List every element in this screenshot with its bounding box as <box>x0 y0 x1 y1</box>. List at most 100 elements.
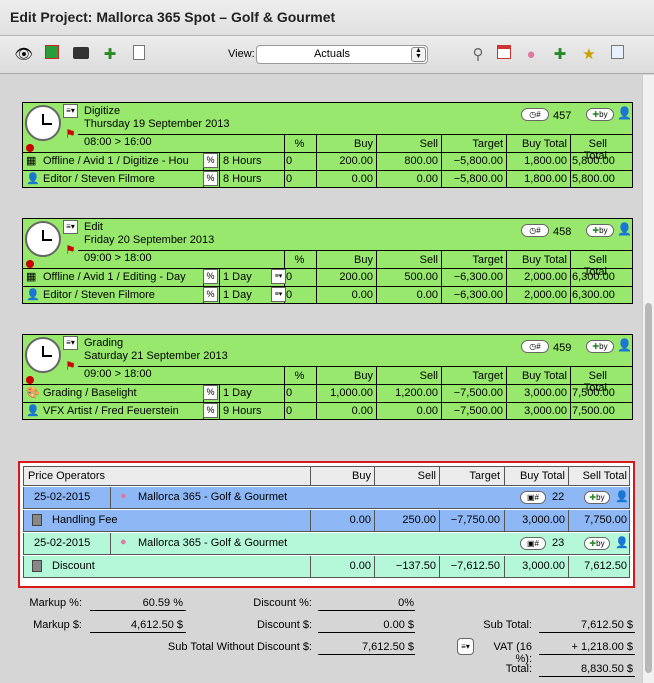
add-by-button[interactable]: ✚by <box>586 108 614 121</box>
cubes-icon[interactable] <box>42 45 62 65</box>
add-doc-icon[interactable] <box>607 45 627 65</box>
total-value: 8,830.50 $ <box>581 663 633 675</box>
po-date: 25-02-2015 <box>34 537 91 549</box>
task-number-badge[interactable]: ◷# <box>521 108 549 121</box>
discount-pct-label: Discount %: <box>253 597 312 609</box>
film-reel-icon[interactable] <box>71 45 91 65</box>
percent-button[interactable]: % <box>203 171 218 186</box>
po-number-badge[interactable]: ▣# <box>520 537 546 550</box>
resource-name: Grading / Baselight <box>43 387 137 399</box>
menu-icon[interactable]: ≡▾ <box>63 220 78 234</box>
percent-button[interactable]: % <box>203 153 218 168</box>
col-header-buy-total: Buy Total <box>521 254 567 266</box>
task-name: Grading <box>84 337 124 349</box>
po-buy-total: 3,000.00 <box>522 514 565 526</box>
subtotal-value: 7,612.50 $ <box>581 619 633 631</box>
percent-button[interactable]: % <box>203 403 218 418</box>
resource-buy: 1,000.00 <box>330 387 373 399</box>
resource-pct: 0 <box>286 271 293 283</box>
trophy-icon[interactable]: ★ <box>579 45 599 65</box>
resource-name: Editor / Steven Filmore <box>43 173 155 185</box>
col-target: Target <box>469 470 500 482</box>
resource-row[interactable]: ▦ Offline / Avid 1 / Digitize - Hou % 8 … <box>23 152 632 170</box>
col-header-target: Target <box>472 138 503 150</box>
menu-icon[interactable]: ≡▾ <box>63 104 78 118</box>
flag-icon[interactable]: ⚑ <box>65 127 76 141</box>
resource-qty: 1 Day <box>223 289 252 301</box>
search-icon[interactable]: ⚲ <box>468 45 488 65</box>
po-target: −7,612.50 <box>450 560 500 572</box>
po-number-badge[interactable]: ▣# <box>520 491 546 504</box>
resource-qty: 9 Hours <box>223 405 262 417</box>
resource-row[interactable]: ▦ Offline / Avid 1 / Editing - Day % 1 D… <box>23 268 632 286</box>
add-by-button[interactable]: ✚by <box>584 537 610 550</box>
resource-target: −7,500.00 <box>453 387 503 399</box>
add-by-button[interactable]: ✚by <box>584 491 610 504</box>
person-icon: 👤 <box>26 289 40 301</box>
po-label: Discount <box>52 560 95 572</box>
resource-row[interactable]: 👤 Editor / Steven Filmore % 8 Hours 0 0.… <box>23 170 632 188</box>
piggy-bank-icon[interactable]: ● <box>521 45 541 65</box>
percent-button[interactable]: % <box>203 269 218 284</box>
price-operator-item[interactable]: 25-02-2015 ● Mallorca 365 - Golf & Gourm… <box>23 487 630 509</box>
resource-name: Offline / Avid 1 / Editing - Day <box>43 271 186 283</box>
calendar-icon[interactable] <box>494 45 514 65</box>
task-time: 08:00 > 16:00 <box>84 136 152 148</box>
add-by-button[interactable]: ✚by <box>586 224 614 237</box>
task-block: ⚑ ≡▾ Grading Saturday 21 September 2013 … <box>22 334 633 420</box>
price-operator-item-values[interactable]: Handling Fee 0.00 250.00 −7,750.00 3,000… <box>23 510 630 532</box>
scrollbar[interactable] <box>642 75 654 683</box>
resource-sell-total: 6,300.00 <box>572 271 615 283</box>
view-select[interactable]: Actuals ▲ ▼ <box>256 45 428 64</box>
menu-icon[interactable]: ≡▾ <box>271 269 286 284</box>
person-icon[interactable]: 👤 <box>615 490 629 503</box>
menu-icon[interactable]: ≡▾ <box>63 336 78 350</box>
resource-buy-total: 1,800.00 <box>524 173 567 185</box>
col-header-buy-total: Buy Total <box>521 138 567 150</box>
po-sell: 250.00 <box>402 514 436 526</box>
badge-label: # <box>536 110 541 119</box>
flag-icon[interactable]: ⚑ <box>65 243 76 257</box>
po-project: Mallorca 365 - Golf & Gourmet <box>138 537 288 549</box>
resource-buy: 0.00 <box>351 289 373 301</box>
clock-icon <box>25 337 61 373</box>
price-operators-title: Price Operators <box>28 470 106 482</box>
task-number-badge[interactable]: ◷# <box>521 224 549 237</box>
resource-qty: 8 Hours <box>223 155 262 167</box>
view-select-value: Actuals <box>313 48 351 60</box>
flag-icon[interactable]: ⚑ <box>65 359 76 373</box>
price-operator-item[interactable]: 25-02-2015 ● Mallorca 365 - Golf & Gourm… <box>23 533 630 555</box>
task-number: 457 <box>553 110 572 122</box>
markup-pct-label: Markup %: <box>29 597 82 609</box>
add-user-icon[interactable]: ✚ <box>100 45 120 65</box>
eye-icon[interactable]: 👁 <box>14 45 34 65</box>
resource-name: Editor / Steven Filmore <box>43 289 155 301</box>
person-icon[interactable]: 👤 <box>617 338 632 352</box>
person-icon[interactable]: 👤 <box>617 222 632 236</box>
person-icon[interactable]: 👤 <box>615 536 629 549</box>
resource-row[interactable]: 👤 Editor / Steven Filmore % 1 Day 0 0.00… <box>23 286 632 304</box>
resource-row[interactable]: 🎨 Grading / Baselight % 1 Day 0 1,000.00… <box>23 384 632 402</box>
resource-row[interactable]: 👤 VFX Artist / Fred Feuerstein % 9 Hours… <box>23 402 632 420</box>
view-label: View: <box>228 48 255 60</box>
new-doc-icon[interactable] <box>129 45 149 65</box>
price-operator-item-values[interactable]: Discount 0.00 −137.50 −7,612.50 3,000.00… <box>23 556 630 578</box>
menu-icon[interactable]: ≡▾ <box>271 287 286 302</box>
briefcase-icon: ▣ <box>526 493 535 502</box>
vat-menu-button[interactable]: ≡▾ <box>457 638 474 655</box>
resource-buy: 200.00 <box>339 271 373 283</box>
cart-add-icon[interactable]: ✚ <box>550 45 570 65</box>
percent-button[interactable]: % <box>203 385 218 400</box>
resource-pct: 0 <box>286 155 293 167</box>
resource-sell: 1,200.00 <box>395 387 438 399</box>
add-by-button[interactable]: ✚by <box>586 340 614 353</box>
scrollbar-thumb[interactable] <box>645 303 652 673</box>
task-number-badge[interactable]: ◷# <box>521 340 549 353</box>
person-icon[interactable]: 👤 <box>617 106 632 120</box>
percent-button[interactable]: % <box>203 287 218 302</box>
calculator-icon <box>32 514 42 529</box>
resource-sell: 0.00 <box>416 405 438 417</box>
resource-buy: 200.00 <box>339 155 373 167</box>
po-number: 22 <box>552 491 565 503</box>
col-sell-total: Sell Total <box>582 470 627 482</box>
